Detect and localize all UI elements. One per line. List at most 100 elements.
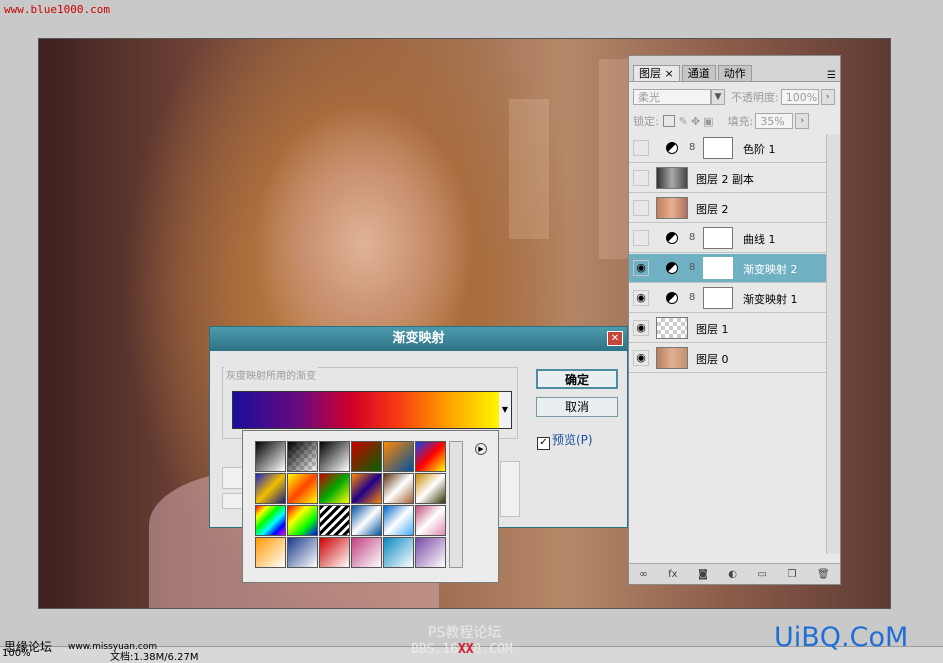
layer-row[interactable]: ◉ 图层 0 — [629, 344, 827, 373]
panel-menu-icon[interactable]: ☰ — [827, 70, 836, 81]
tab-channels[interactable]: 通道 — [681, 65, 716, 81]
panel-grip[interactable] — [629, 56, 840, 64]
layer-name[interactable]: 图层 1 — [696, 321, 729, 337]
gradient-swatch[interactable] — [415, 441, 446, 472]
folder-icon[interactable]: ▭ — [758, 569, 767, 580]
gradient-swatch[interactable] — [287, 441, 318, 472]
eye-icon[interactable]: ◉ — [633, 260, 649, 276]
gradient-preview-bar[interactable] — [232, 391, 500, 429]
layer-thumbnail[interactable] — [656, 317, 688, 339]
layer-row[interactable]: 图层 2 — [629, 194, 827, 223]
gradient-swatch[interactable] — [287, 473, 318, 504]
tab-actions[interactable]: 动作 — [717, 65, 752, 81]
link-icon[interactable]: 8 — [689, 292, 695, 303]
gradient-swatch[interactable] — [383, 505, 414, 536]
adjustment-icon — [666, 292, 678, 304]
gradient-swatch[interactable] — [383, 441, 414, 472]
layer-row-selected[interactable]: ◉ 8 渐变映射 2 — [629, 254, 827, 283]
layer-thumbnail[interactable] — [656, 197, 688, 219]
eye-icon[interactable]: ◉ — [633, 320, 649, 336]
lock-move-icon[interactable]: ✥ — [691, 115, 700, 128]
gradient-swatch[interactable] — [351, 505, 382, 536]
link-icon[interactable]: 8 — [689, 262, 695, 273]
gradient-swatch[interactable] — [255, 441, 286, 472]
fill-slider-button[interactable]: › — [795, 113, 810, 129]
gradient-swatch-grid — [255, 441, 449, 568]
gradient-swatch[interactable] — [287, 537, 318, 568]
layer-name[interactable]: 图层 2 副本 — [696, 171, 754, 187]
layer-mask-thumbnail[interactable] — [703, 137, 733, 159]
panel-bottom-toolbar: ∞ fx ◙ ◐ ▭ ❐ 🗑 — [629, 563, 840, 584]
layer-mask-thumbnail[interactable] — [703, 257, 733, 279]
layers-scrollbar[interactable] — [826, 134, 840, 554]
blend-mode-select[interactable]: 柔光 — [633, 89, 711, 105]
chevron-down-icon[interactable]: ▼ — [711, 89, 725, 105]
gradient-swatch[interactable] — [383, 473, 414, 504]
lock-all-icon[interactable]: ▣ — [703, 115, 713, 128]
layer-name[interactable]: 渐变映射 1 — [743, 291, 798, 307]
link-icon[interactable]: ∞ — [639, 569, 647, 580]
new-layer-icon[interactable]: ❐ — [788, 569, 797, 580]
layer-name[interactable]: 曲线 1 — [743, 231, 776, 247]
preview-checkbox[interactable]: ✓ 预览(P) — [537, 431, 593, 450]
mask-icon[interactable]: ◙ — [698, 569, 708, 580]
gradient-swatch[interactable] — [383, 537, 414, 568]
trash-icon[interactable]: 🗑 — [817, 569, 830, 580]
layer-row[interactable]: 8 色阶 1 — [629, 134, 827, 163]
gradient-swatch[interactable] — [255, 473, 286, 504]
visibility-toggle[interactable] — [633, 200, 649, 216]
gradient-swatch[interactable] — [319, 505, 350, 536]
layer-thumbnail[interactable] — [656, 347, 688, 369]
visibility-toggle[interactable] — [633, 140, 649, 156]
eye-icon[interactable]: ◉ — [633, 350, 649, 366]
eye-icon[interactable]: ◉ — [633, 290, 649, 306]
chevron-down-icon[interactable]: ▼ — [499, 391, 512, 429]
gradient-swatch[interactable] — [255, 505, 286, 536]
tab-close-icon[interactable]: × — [665, 67, 674, 80]
picker-scrollbar[interactable] — [449, 441, 463, 568]
layer-thumbnail[interactable] — [656, 167, 688, 189]
layer-name[interactable]: 图层 0 — [696, 351, 729, 367]
close-icon[interactable]: ✕ — [607, 331, 623, 346]
dialog-title: 渐变映射 — [392, 331, 445, 346]
layer-name[interactable]: 渐变映射 2 — [743, 261, 798, 277]
visibility-toggle[interactable] — [633, 230, 649, 246]
visibility-toggle[interactable] — [633, 170, 649, 186]
gradient-swatch[interactable] — [415, 473, 446, 504]
gradient-swatch[interactable] — [287, 505, 318, 536]
layer-mask-thumbnail[interactable] — [703, 227, 733, 249]
lock-transparency-icon[interactable] — [662, 115, 675, 127]
adjustment-icon[interactable]: ◐ — [728, 569, 737, 580]
layer-row[interactable]: 8 曲线 1 — [629, 224, 827, 253]
cancel-button[interactable]: 取消 — [536, 397, 618, 417]
opacity-input[interactable]: 100% — [780, 89, 819, 105]
gradient-swatch[interactable] — [319, 537, 350, 568]
checkmark-icon[interactable]: ✓ — [537, 437, 550, 450]
gradient-swatch[interactable] — [319, 441, 350, 472]
link-icon[interactable]: 8 — [689, 232, 695, 243]
gradient-swatch[interactable] — [351, 537, 382, 568]
left-watermark-url: www.missyuan.com — [68, 642, 158, 652]
gradient-swatch[interactable] — [319, 473, 350, 504]
fx-icon[interactable]: fx — [668, 569, 677, 580]
opacity-slider-button[interactable]: › — [820, 89, 835, 105]
tab-layers[interactable]: 图层 × — [633, 65, 680, 81]
layer-mask-thumbnail[interactable] — [703, 287, 733, 309]
picker-menu-icon[interactable]: ▶ — [475, 443, 487, 455]
gradient-swatch[interactable] — [415, 505, 446, 536]
layer-name[interactable]: 色阶 1 — [743, 141, 776, 157]
gradient-swatch[interactable] — [351, 441, 382, 472]
gradient-swatch[interactable] — [415, 537, 446, 568]
lock-brush-icon[interactable]: ✎ — [679, 115, 688, 128]
ok-button[interactable]: 确定 — [536, 369, 618, 389]
layer-row[interactable]: 图层 2 副本 — [629, 164, 827, 193]
layer-name[interactable]: 图层 2 — [696, 201, 729, 217]
forum-watermark: PS教程论坛 — [428, 625, 502, 641]
layer-row[interactable]: ◉ 8 渐变映射 1 — [629, 284, 827, 313]
gradient-swatch[interactable] — [351, 473, 382, 504]
link-icon[interactable]: 8 — [689, 142, 695, 153]
dialog-titlebar[interactable]: 渐变映射 ✕ — [210, 327, 627, 351]
gradient-swatch[interactable] — [255, 537, 286, 568]
fill-input[interactable]: 35% — [755, 113, 794, 129]
layer-row[interactable]: ◉ 图层 1 — [629, 314, 827, 343]
